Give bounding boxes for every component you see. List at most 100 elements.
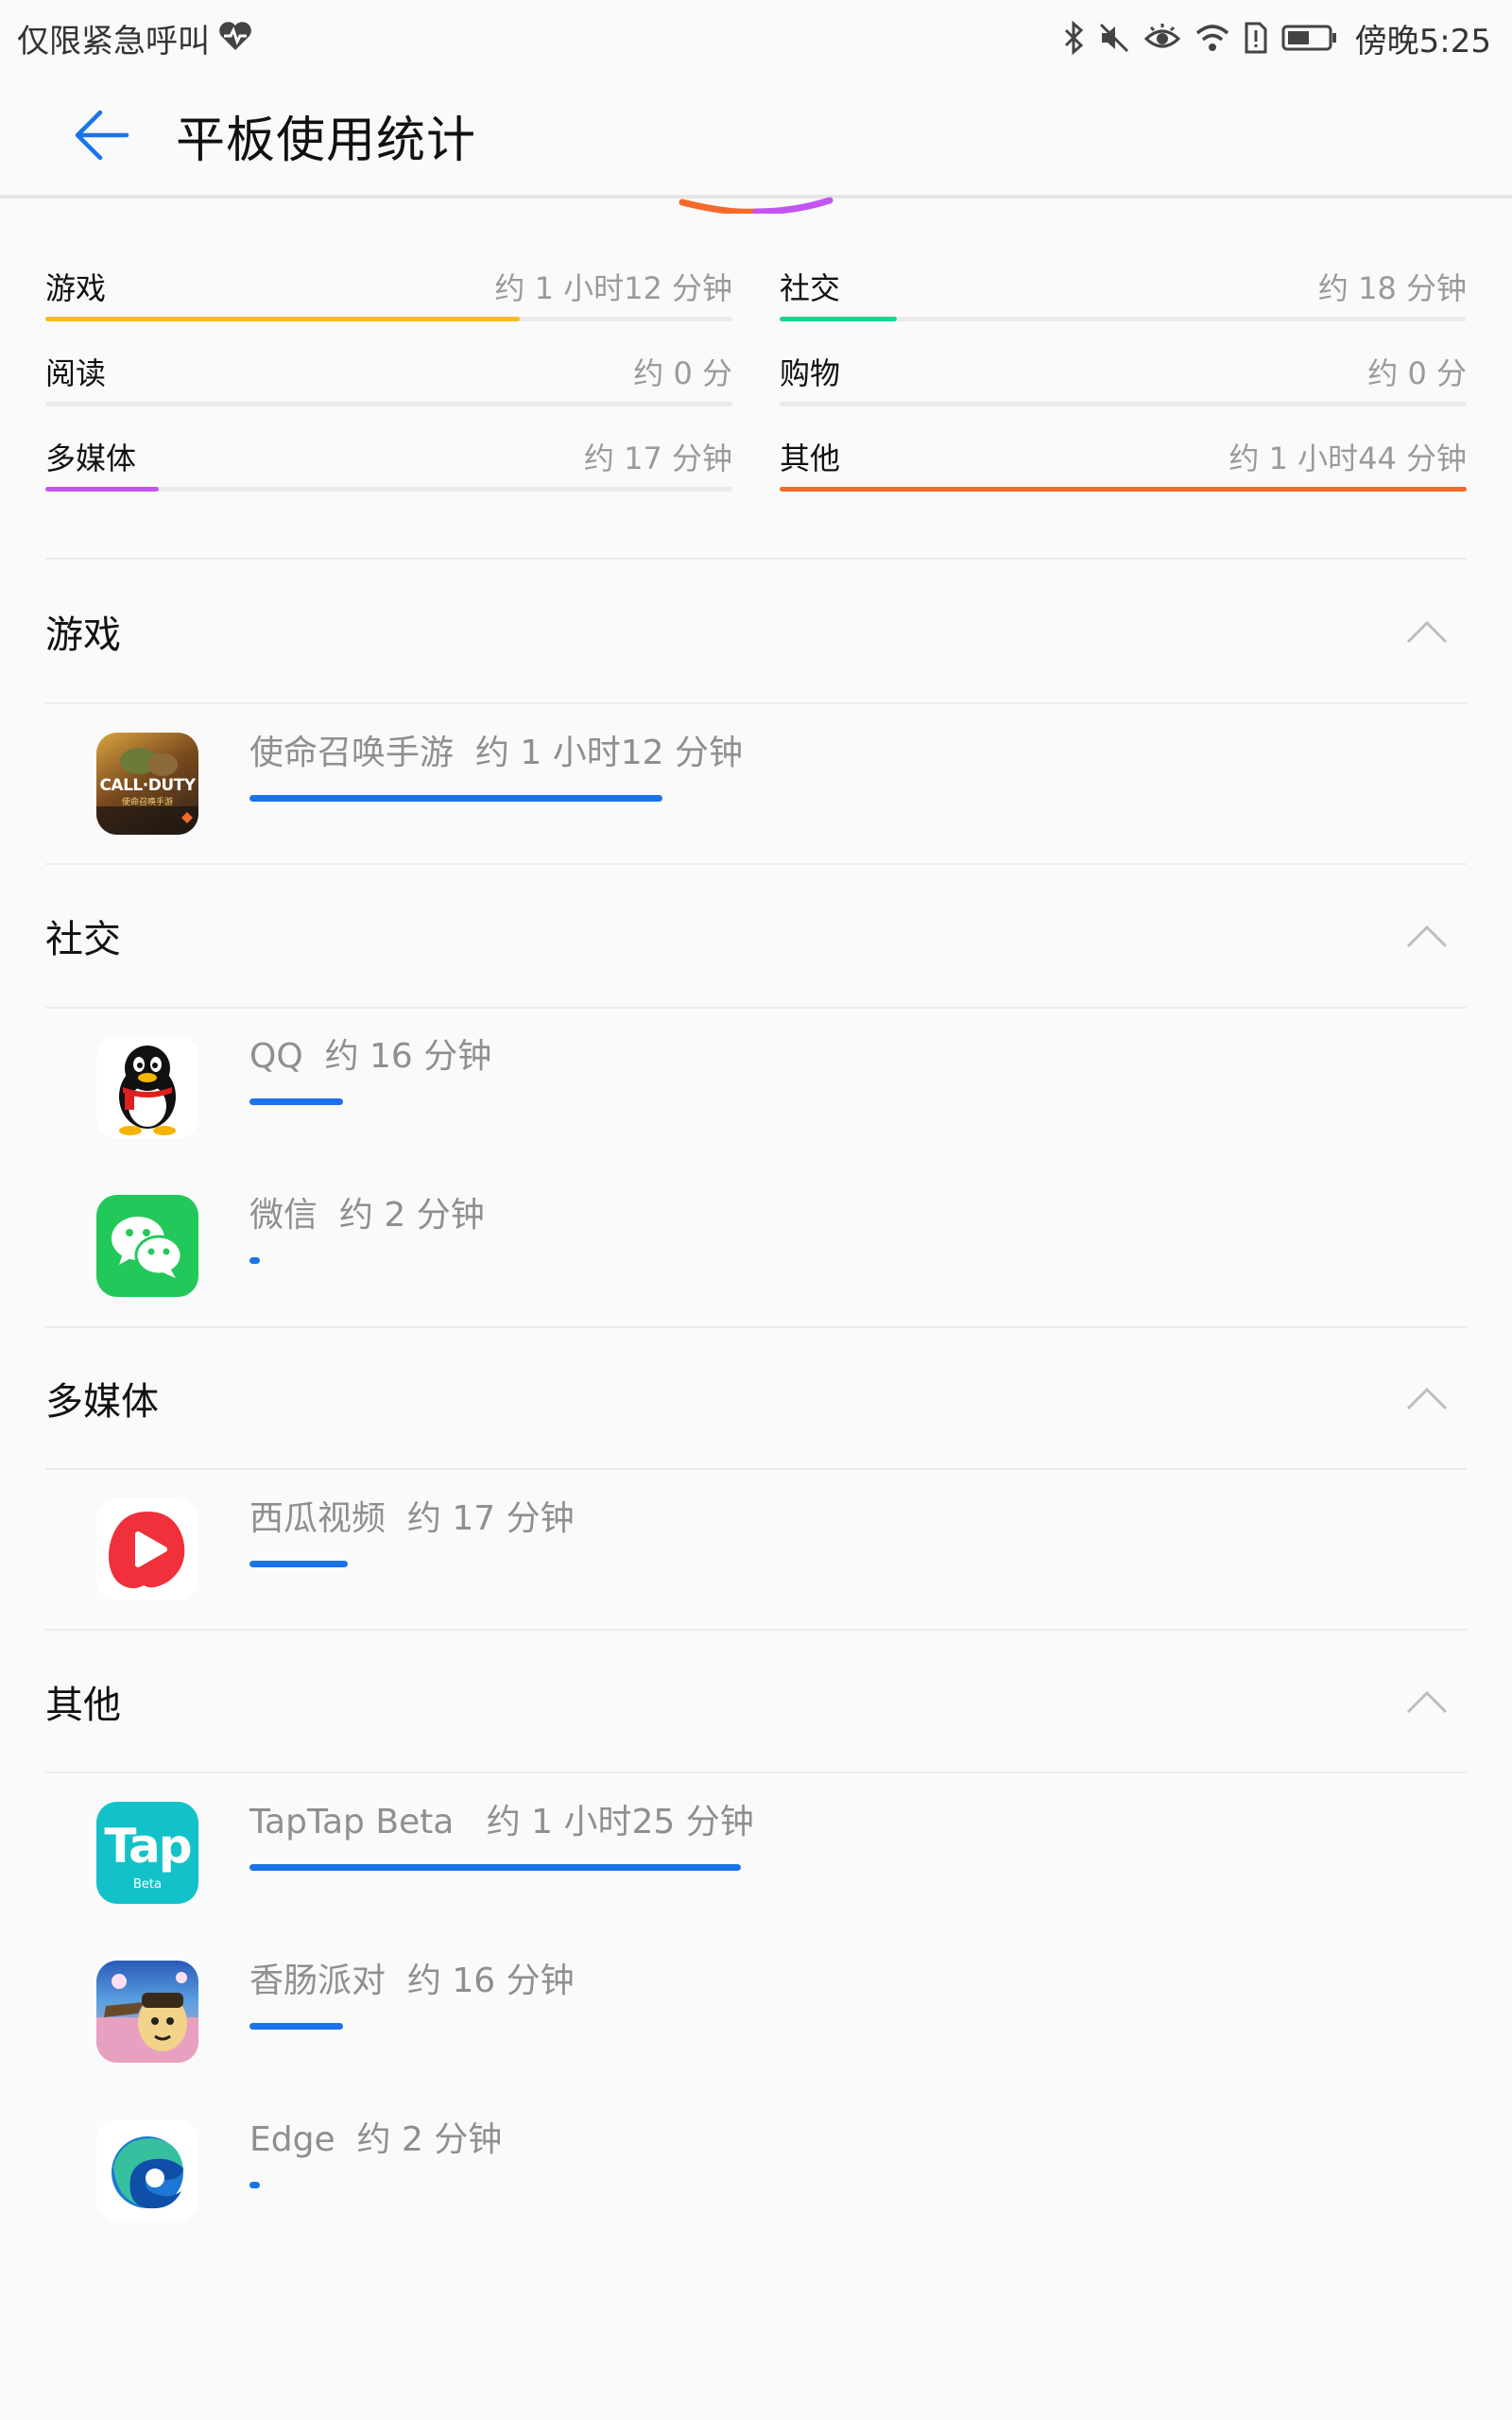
section-title: 社交 bbox=[45, 918, 121, 961]
section-header-games[interactable]: 游戏 bbox=[45, 561, 1467, 702]
app-duration: 约 2 分钟 bbox=[338, 1196, 485, 1235]
app-row-xigua-video[interactable]: 西瓜视频 约 17 分钟 bbox=[45, 1470, 1467, 1629]
category-duration: 约 17 分钟 bbox=[583, 441, 732, 476]
app-name-and-duration: 微信 约 2 分钟 bbox=[249, 1187, 485, 1236]
category-duration: 约 18 分钟 bbox=[1317, 270, 1467, 306]
category-multimedia[interactable]: 多媒体 约 17 分钟 bbox=[45, 425, 732, 492]
taptap-icon: Tap Beta bbox=[96, 1802, 198, 1904]
section-title: 其他 bbox=[45, 1684, 121, 1727]
app-duration: 约 1 小时12 分钟 bbox=[474, 734, 743, 772]
app-name-and-duration: TapTap Beta 约 1 小时25 分钟 bbox=[249, 1794, 754, 1843]
category-name: 其他 bbox=[780, 441, 841, 476]
qq-icon bbox=[96, 1036, 198, 1138]
status-time: 傍晚5:25 bbox=[1354, 22, 1491, 60]
app-name-and-duration: 使命召唤手游 约 1 小时12 分钟 bbox=[249, 725, 743, 774]
category-progress-track bbox=[780, 402, 1467, 406]
cod-logo-line1: CALL·DUTY bbox=[99, 776, 196, 795]
app-duration: 约 16 分钟 bbox=[406, 1962, 575, 2000]
section-title: 多媒体 bbox=[45, 1380, 159, 1424]
pie-chart-remnant bbox=[679, 197, 833, 214]
app-duration: 约 1 小时25 分钟 bbox=[486, 1803, 754, 1841]
sausage-party-icon bbox=[96, 1961, 198, 2063]
app-name: 微信 bbox=[249, 1196, 318, 1235]
category-other[interactable]: 其他 约 1 小时44 分钟 bbox=[780, 425, 1467, 492]
app-name: TapTap Beta bbox=[249, 1803, 455, 1841]
app-row-taptap[interactable]: Tap Beta TapTap Beta 约 1 小时25 分钟 bbox=[45, 1773, 1467, 1932]
category-progress-track bbox=[780, 317, 1467, 321]
category-shopping[interactable]: 购物 约 0 分 bbox=[780, 340, 1467, 406]
call-of-duty-icon: CALL·DUTY 使命召唤手游 bbox=[96, 733, 198, 835]
app-usage-bar bbox=[249, 1257, 260, 1264]
category-progress-fill bbox=[45, 317, 520, 321]
app-duration: 约 16 分钟 bbox=[324, 1037, 492, 1076]
app-name: QQ bbox=[249, 1037, 303, 1076]
app-row-sausage-party[interactable]: 香肠派对 约 16 分钟 bbox=[45, 1932, 1467, 2091]
category-progress-track bbox=[45, 402, 732, 406]
section-title: 游戏 bbox=[45, 614, 121, 657]
app-bar: 平板使用统计 bbox=[0, 76, 1512, 199]
category-reading[interactable]: 阅读 约 0 分 bbox=[45, 340, 732, 406]
category-duration: 约 1 小时12 分钟 bbox=[494, 270, 732, 306]
category-progress-track bbox=[45, 317, 732, 321]
category-name: 社交 bbox=[780, 270, 841, 306]
app-row-call-of-duty[interactable]: CALL·DUTY 使命召唤手游 使命召唤手游 约 1 小时12 分钟 bbox=[45, 704, 1467, 863]
chevron-up-icon[interactable] bbox=[1406, 922, 1448, 950]
section-header-other[interactable]: 其他 bbox=[45, 1631, 1467, 1772]
app-usage-bar bbox=[249, 2182, 260, 2188]
chevron-up-icon[interactable] bbox=[1406, 617, 1448, 646]
category-duration: 约 0 分 bbox=[633, 355, 732, 391]
category-progress-fill bbox=[780, 487, 1467, 492]
category-games[interactable]: 游戏 约 1 小时12 分钟 bbox=[45, 255, 732, 321]
arrow-left-icon bbox=[75, 110, 129, 161]
category-progress-track bbox=[45, 487, 732, 492]
divider bbox=[45, 558, 1467, 560]
app-row-edge[interactable]: Edge 约 2 分钟 bbox=[45, 2091, 1467, 2250]
app-name: Edge bbox=[249, 2120, 335, 2159]
app-usage-bar bbox=[249, 1561, 348, 1567]
taptap-logo-sub: Beta bbox=[133, 1877, 162, 1892]
category-name: 购物 bbox=[780, 355, 841, 391]
edge-icon bbox=[96, 2119, 198, 2221]
chevron-up-icon[interactable] bbox=[1406, 1687, 1448, 1716]
category-name: 阅读 bbox=[45, 355, 107, 391]
app-name-and-duration: QQ 约 16 分钟 bbox=[249, 1028, 491, 1078]
category-progress-track bbox=[780, 487, 1467, 492]
mute-icon bbox=[1098, 22, 1130, 54]
wifi-icon bbox=[1194, 22, 1230, 54]
page-title: 平板使用统计 bbox=[176, 112, 477, 169]
bluetooth-icon bbox=[1062, 21, 1085, 55]
heart-rate-icon bbox=[217, 20, 253, 56]
section-header-social[interactable]: 社交 bbox=[45, 865, 1467, 1007]
app-usage-bar bbox=[249, 1098, 343, 1105]
category-duration: 约 1 小时44 分钟 bbox=[1228, 441, 1467, 476]
battery-icon bbox=[1281, 23, 1338, 53]
app-usage-bar bbox=[249, 2023, 343, 2030]
app-duration: 约 2 分钟 bbox=[356, 2120, 503, 2159]
app-name-and-duration: Edge 约 2 分钟 bbox=[249, 2112, 502, 2161]
app-duration: 约 17 分钟 bbox=[406, 1499, 575, 1538]
xigua-video-icon bbox=[96, 1498, 198, 1600]
category-name: 多媒体 bbox=[45, 441, 137, 476]
app-name: 香肠派对 bbox=[249, 1962, 387, 2000]
app-name-and-duration: 香肠派对 约 16 分钟 bbox=[249, 1953, 575, 2002]
category-progress-fill bbox=[780, 317, 897, 321]
app-row-wechat[interactable]: 微信 约 2 分钟 bbox=[45, 1167, 1467, 1325]
chevron-up-icon[interactable] bbox=[1406, 1384, 1448, 1412]
category-name: 游戏 bbox=[45, 270, 107, 306]
status-right: 傍晚5:25 bbox=[1062, 15, 1491, 61]
app-usage-bar bbox=[249, 795, 662, 802]
status-left: 仅限紧急呼叫 bbox=[17, 15, 253, 61]
back-button[interactable] bbox=[49, 83, 153, 187]
app-usage-bar bbox=[249, 1864, 741, 1871]
wechat-icon bbox=[96, 1195, 198, 1297]
sim-alert-icon bbox=[1244, 21, 1268, 55]
eye-comfort-icon bbox=[1143, 22, 1181, 54]
app-row-qq[interactable]: QQ 约 16 分钟 bbox=[45, 1008, 1467, 1167]
taptap-logo-text: Tap bbox=[104, 1819, 192, 1874]
app-name-and-duration: 西瓜视频 约 17 分钟 bbox=[249, 1491, 575, 1540]
app-name: 西瓜视频 bbox=[249, 1499, 387, 1538]
section-header-multimedia[interactable]: 多媒体 bbox=[45, 1327, 1467, 1469]
category-duration: 约 0 分 bbox=[1367, 355, 1467, 391]
emergency-calls-only-text: 仅限紧急呼叫 bbox=[17, 22, 210, 60]
category-social[interactable]: 社交 约 18 分钟 bbox=[780, 255, 1467, 321]
